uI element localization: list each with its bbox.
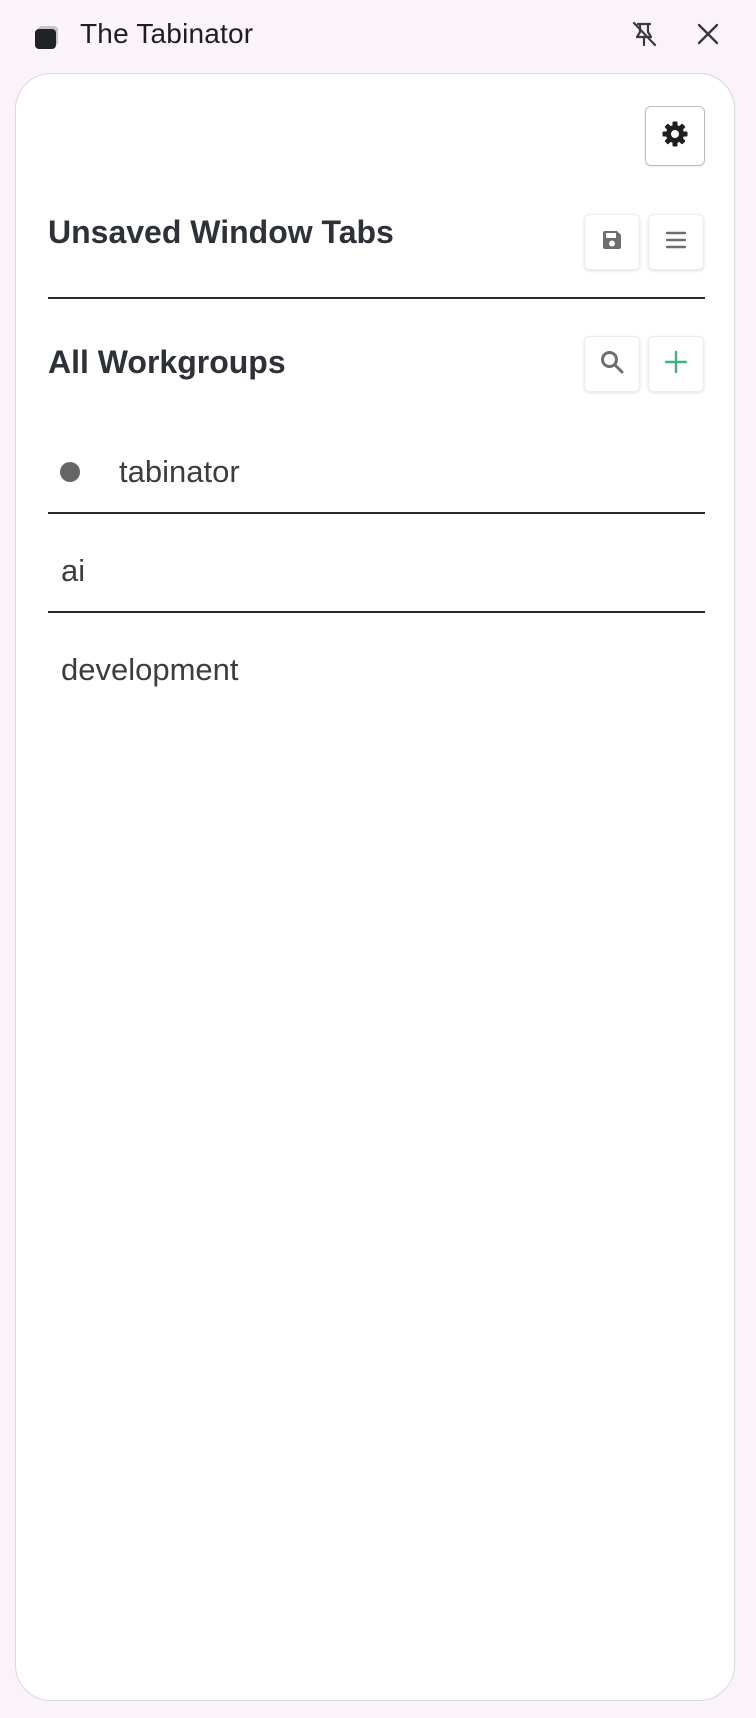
workgroup-item-ai[interactable]: ai [48, 531, 705, 611]
workgroup-label: ai [61, 553, 86, 588]
add-workgroup-button[interactable] [648, 336, 704, 392]
section-divider [48, 297, 705, 299]
plus-icon [664, 350, 688, 379]
active-indicator-dot [60, 462, 80, 482]
main-panel: Unsaved Window Tabs All Workgroups tabin… [15, 73, 735, 1701]
list-divider [48, 611, 705, 613]
settings-button[interactable] [645, 106, 705, 166]
all-workgroups-title: All Workgroups [48, 344, 286, 380]
close-icon [696, 22, 720, 51]
unpin-button[interactable] [624, 16, 664, 56]
window-title: The Tabinator [80, 18, 254, 49]
save-tabs-button[interactable] [584, 214, 640, 270]
unpin-icon [629, 19, 659, 54]
search-workgroups-button[interactable] [584, 336, 640, 392]
title-bar: The Tabinator [0, 0, 756, 70]
tabs-menu-button[interactable] [648, 214, 704, 270]
floppy-disk-icon [600, 228, 624, 257]
workgroup-label: development [61, 652, 239, 687]
workgroup-label: tabinator [119, 454, 240, 489]
gear-icon [661, 120, 689, 153]
search-icon [599, 349, 625, 380]
list-divider [48, 512, 705, 514]
close-button[interactable] [688, 16, 728, 56]
workgroup-item-development[interactable]: development [48, 630, 705, 710]
tabinator-app-icon [34, 24, 60, 50]
workgroup-item-tabinator[interactable]: tabinator [48, 432, 705, 512]
hamburger-menu-icon [664, 228, 688, 257]
unsaved-tabs-title: Unsaved Window Tabs [48, 214, 394, 250]
